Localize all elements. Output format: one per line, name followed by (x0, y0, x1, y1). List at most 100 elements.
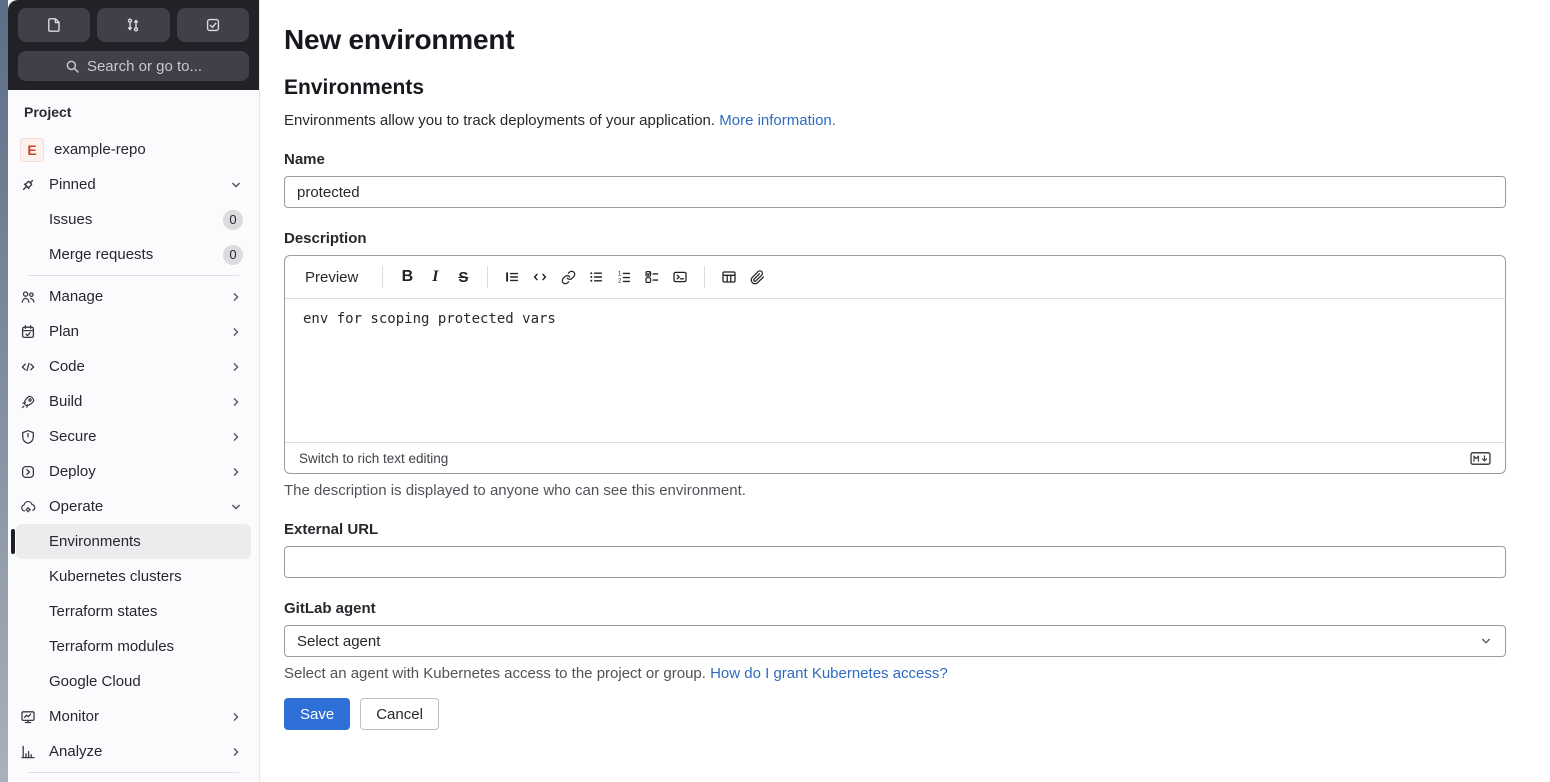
todo-shortcut-button[interactable] (176, 8, 249, 42)
todo-done-icon (205, 17, 221, 33)
sidebar-item-pinned[interactable]: Pinned (16, 167, 251, 202)
bold-icon[interactable]: B (394, 264, 420, 290)
collapsible-section-icon[interactable] (667, 264, 693, 290)
calendar-icon (20, 324, 36, 340)
sidebar-item-environments[interactable]: Environments (11, 524, 251, 559)
sidebar-item-label: Terraform modules (49, 638, 175, 655)
sidebar-item-label: Issues (49, 211, 93, 228)
description-textarea[interactable]: env for scoping protected vars (285, 299, 1505, 442)
name-label: Name (284, 151, 325, 168)
merge-requests-count-badge: 0 (223, 244, 243, 265)
sidebar-item-label: Analyze (49, 743, 103, 760)
chevron-right-icon (229, 325, 243, 339)
intro-text: Environments allow you to track deployme… (284, 112, 716, 129)
search-input[interactable]: Search or go to... (18, 51, 249, 81)
section-title: Environments (284, 76, 425, 99)
sidebar-item-analyze[interactable]: Analyze (16, 734, 251, 769)
sidebar-item-label: Kubernetes clusters (49, 568, 182, 585)
external-url-input[interactable] (284, 546, 1506, 578)
merge-requests-shortcut-button[interactable] (97, 8, 170, 42)
sidebar-item-issues[interactable]: Issues 0 (16, 202, 251, 237)
sidebar-item-monitor[interactable]: Monitor (16, 699, 251, 734)
chart-icon (20, 744, 36, 760)
attach-file-icon[interactable] (744, 264, 770, 290)
issues-shortcut-button[interactable] (18, 8, 91, 42)
sidebar-item-label: Build (49, 393, 83, 410)
save-button[interactable]: Save (284, 698, 351, 730)
name-input[interactable] (284, 176, 1506, 208)
chevron-down-icon (229, 500, 243, 514)
issues-count-badge: 0 (223, 209, 243, 230)
sidebar-item-terraform-states[interactable]: Terraform states (16, 594, 251, 629)
description-editor: Preview B I S 12 env for scoping protect… (284, 255, 1506, 474)
main-content: New environment Environments Environment… (260, 0, 1550, 782)
sidebar-topbar: Search or go to... (8, 0, 259, 90)
external-url-label: External URL (284, 521, 379, 538)
sidebar-item-code[interactable]: Code (16, 349, 251, 384)
pin-icon (20, 177, 36, 193)
sidebar-item-project[interactable]: E example-repo (16, 132, 251, 167)
issues-document-icon (46, 17, 62, 33)
sidebar-divider (28, 772, 239, 773)
bulleted-list-icon[interactable] (583, 264, 609, 290)
table-icon[interactable] (716, 264, 742, 290)
link-icon[interactable] (555, 264, 581, 290)
sidebar-item-label: Google Cloud (49, 673, 141, 690)
sidebar-item-terraform-modules[interactable]: Terraform modules (16, 629, 251, 664)
sidebar-item-label: Operate (49, 498, 104, 515)
sidebar-item-google-cloud[interactable]: Google Cloud (16, 664, 251, 699)
toolbar-separator (704, 266, 706, 288)
monitor-icon (20, 709, 36, 725)
form-actions: Save Cancel (284, 698, 1506, 730)
sidebar-item-label: Plan (49, 323, 80, 340)
deploy-icon (20, 464, 36, 480)
sidebar-item-kubernetes-clusters[interactable]: Kubernetes clusters (16, 559, 251, 594)
strikethrough-icon[interactable]: S (450, 264, 476, 290)
project-name: example-repo (54, 141, 146, 158)
sidebar-item-label: Merge requests (49, 246, 154, 263)
sidebar-item-plan[interactable]: Plan (16, 314, 251, 349)
preview-button[interactable]: Preview (301, 269, 362, 286)
sidebar-item-manage[interactable]: Manage (16, 279, 251, 314)
quote-icon[interactable] (499, 264, 525, 290)
sidebar: Search or go to... Project E example-rep… (8, 0, 260, 782)
editor-footer: Switch to rich text editing (285, 442, 1505, 473)
cloud-gear-icon (20, 499, 36, 515)
chevron-down-icon (1479, 634, 1493, 648)
italic-icon[interactable]: I (422, 264, 448, 290)
numbered-list-icon[interactable]: 12 (611, 264, 637, 290)
chevron-down-icon (229, 178, 243, 192)
sidebar-item-deploy[interactable]: Deploy (16, 454, 251, 489)
sidebar-item-secure[interactable]: Secure (16, 419, 251, 454)
sidebar-item-label: Terraform states (49, 603, 158, 620)
sidebar-item-operate[interactable]: Operate (16, 489, 251, 524)
kubernetes-access-link[interactable]: How do I grant Kubernetes access? (710, 665, 948, 682)
sidebar-item-label: Secure (49, 428, 97, 445)
chevron-right-icon (229, 395, 243, 409)
sidebar-item-merge-requests[interactable]: Merge requests 0 (16, 237, 251, 272)
description-label: Description (284, 230, 367, 247)
svg-text:1: 1 (618, 271, 622, 277)
project-section-label: Project (24, 104, 72, 120)
sidebar-divider (28, 275, 239, 276)
more-information-link[interactable]: More information. (719, 112, 836, 129)
search-icon (65, 59, 80, 74)
agent-select[interactable]: Select agent (284, 625, 1506, 657)
task-list-icon[interactable] (639, 264, 665, 290)
toolbar-separator (487, 266, 489, 288)
rocket-icon (20, 394, 36, 410)
sidebar-item-label: Monitor (49, 708, 100, 725)
code-icon[interactable] (527, 264, 553, 290)
users-icon (20, 289, 36, 305)
sidebar-item-label: Code (49, 358, 85, 375)
sidebar-item-build[interactable]: Build (16, 384, 251, 419)
agent-select-value: Select agent (297, 632, 381, 650)
switch-rich-text-button[interactable]: Switch to rich text editing (299, 451, 448, 466)
markdown-toolbar: Preview B I S 12 (285, 256, 1505, 299)
code-icon (20, 359, 36, 375)
cancel-button[interactable]: Cancel (360, 698, 439, 730)
sidebar-item-label: Deploy (49, 463, 96, 480)
chevron-right-icon (229, 465, 243, 479)
shield-icon (20, 429, 36, 445)
sidebar-item-label: Pinned (49, 176, 96, 193)
